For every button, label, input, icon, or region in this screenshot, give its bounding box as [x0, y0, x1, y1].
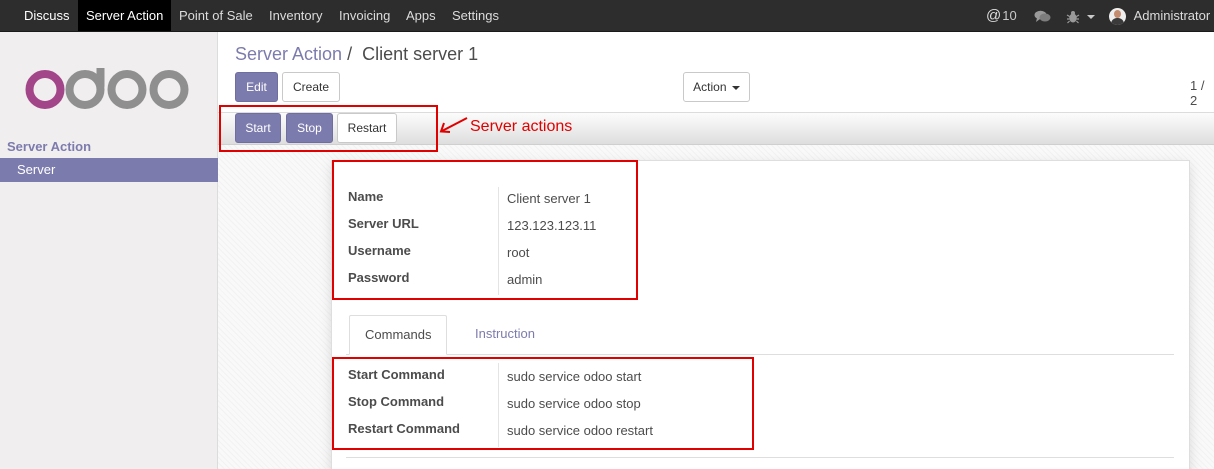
chat-button[interactable]	[1034, 0, 1051, 31]
sidebar-item-server[interactable]: Server	[0, 158, 218, 182]
breadcrumb: Server Action / Client server 1	[235, 44, 478, 65]
annotation-box-fields	[332, 160, 638, 300]
menu-discuss[interactable]: Discuss	[16, 0, 78, 31]
menu-invoicing[interactable]: Invoicing	[331, 0, 398, 31]
menu-point-of-sale[interactable]: Point of Sale	[171, 0, 261, 31]
user-name: Administrator (	[1133, 8, 1214, 23]
menu-server-action[interactable]: Server Action	[78, 0, 172, 31]
sidebar: Server Action Server	[0, 32, 218, 469]
mentions-button[interactable]: @10	[986, 0, 1017, 31]
breadcrumb-parent-link[interactable]: Server Action	[235, 44, 342, 64]
action-dropdown-label: Action	[693, 80, 727, 94]
sidebar-section-title: Server Action	[7, 139, 92, 154]
annotation-label: Server actions	[470, 118, 573, 135]
mentions-count: 10	[1002, 8, 1017, 23]
debug-button[interactable]	[1066, 0, 1095, 31]
tab-instruction[interactable]: Instruction	[460, 315, 550, 355]
caret-down-icon	[1086, 14, 1095, 19]
breadcrumb-current: Client server 1	[362, 44, 479, 64]
pager-value[interactable]: 1 / 2	[1190, 78, 1214, 108]
chat-icon	[1034, 10, 1051, 23]
control-panel: Server Action / Client server 1 Edit Cre…	[218, 32, 1214, 113]
caret-down-icon	[731, 85, 740, 90]
menu-settings[interactable]: Settings	[444, 0, 507, 31]
section-divider	[346, 457, 1174, 458]
annotation-box-commands	[332, 357, 754, 450]
breadcrumb-separator: /	[347, 44, 353, 64]
at-icon: @	[986, 7, 1002, 24]
menu-apps[interactable]: Apps	[398, 0, 444, 31]
bug-icon	[1066, 10, 1080, 23]
edit-button[interactable]: Edit	[235, 72, 278, 102]
odoo-logo[interactable]	[24, 60, 192, 115]
annotation-arrow-icon	[439, 117, 468, 133]
notebook-tabs: Commands Instruction	[346, 315, 1174, 355]
action-dropdown[interactable]: Action	[683, 72, 750, 102]
annotation-box-server-actions	[219, 105, 438, 152]
top-navbar: Discuss Server Action Point of Sale Inve…	[0, 0, 1214, 32]
user-menu[interactable]: Administrator (	[1109, 0, 1214, 31]
menu-inventory[interactable]: Inventory	[261, 0, 330, 31]
avatar	[1109, 8, 1126, 26]
create-button[interactable]: Create	[282, 72, 340, 102]
tab-commands[interactable]: Commands	[349, 315, 448, 355]
